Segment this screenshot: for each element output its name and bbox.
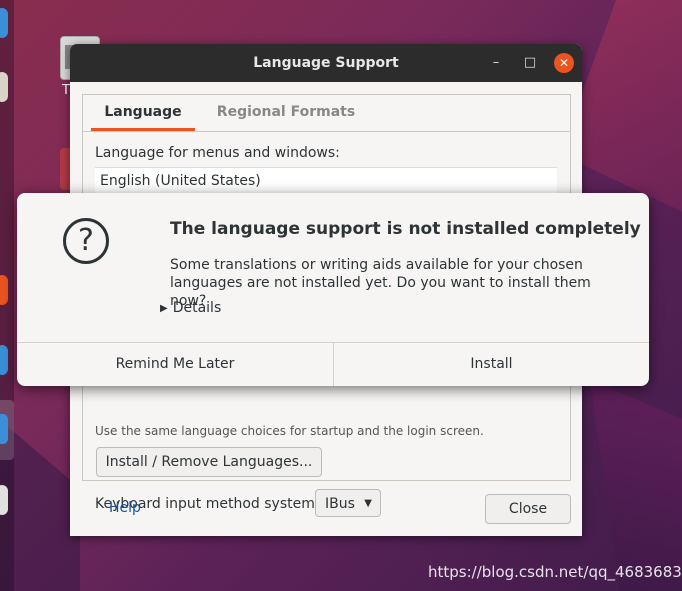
dialog-message: Some translations or writing aids availa… [170, 257, 591, 309]
dock-active-app[interactable] [0, 400, 14, 460]
keyboard-input-value: IBus [325, 496, 355, 512]
tab-divider [83, 131, 570, 132]
install-button[interactable]: Install [334, 343, 649, 386]
maximize-button[interactable]: □ [521, 54, 539, 72]
details-expander[interactable]: ▶ Details [160, 300, 221, 316]
window-titlebar[interactable]: Language Support – □ ✕ [70, 44, 582, 82]
menus-language-label: Language for menus and windows: [95, 145, 340, 161]
chevron-down-icon: ▼ [364, 498, 372, 509]
dock [0, 0, 14, 591]
apply-system-wide-hint: Use the same language choices for startu… [95, 424, 484, 438]
keyboard-input-select[interactable]: IBus ▼ [315, 489, 381, 517]
language-list-item[interactable]: English (United States) [100, 173, 261, 189]
dock-app-icon[interactable] [0, 345, 8, 375]
expander-arrow-icon: ▶ [160, 303, 168, 314]
dock-app-icon [0, 414, 8, 444]
watermark-text: https://blog.csdn.net/qq_46836833 [428, 563, 682, 581]
question-icon: ? [63, 218, 109, 264]
tab-regional-formats[interactable]: Regional Formats [211, 95, 361, 129]
install-remove-languages-button[interactable]: Install / Remove Languages... [96, 447, 322, 477]
install-prompt-dialog: ? The language support is not installed … [17, 193, 649, 386]
tab-language[interactable]: Language [91, 95, 195, 131]
desktop-icon-label: T [62, 83, 70, 98]
minimize-button[interactable]: – [487, 54, 505, 72]
window-title: Language Support [253, 55, 399, 71]
dialog-title: The language support is not installed co… [170, 219, 641, 239]
dock-app-icon[interactable] [0, 275, 8, 305]
remind-me-later-button[interactable]: Remind Me Later [17, 343, 333, 386]
details-label: Details [172, 300, 222, 316]
close-window-button[interactable]: ✕ [554, 53, 574, 73]
dock-app-icon[interactable] [0, 485, 8, 515]
close-button[interactable]: Close [485, 494, 571, 524]
dock-app-icon[interactable] [0, 72, 8, 102]
wallpaper-shape [590, 380, 682, 591]
help-button[interactable]: Help [109, 500, 141, 516]
dock-app-icon[interactable] [0, 8, 8, 38]
